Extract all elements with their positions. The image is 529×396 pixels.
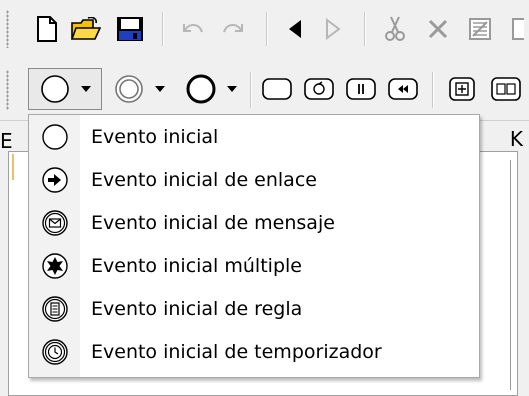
menu-item-label: Evento inicial [91,126,219,148]
save-icon [117,17,143,41]
delete-icon [428,19,448,39]
delete-button[interactable] [420,0,456,58]
redo-button[interactable] [214,0,252,58]
toolbar-separator [364,12,365,46]
back-button[interactable] [278,0,312,58]
parallel-task-icon [346,78,376,100]
toolbar-grip[interactable] [6,10,9,48]
pane-title: E [0,129,13,153]
save-button[interactable] [110,0,150,58]
compensation-task-icon [388,78,418,100]
chevron-down-icon [81,86,91,92]
toolbar-overflow-button[interactable] [508,0,528,58]
redo-icon [223,24,243,33]
toolbar-separator [162,12,163,46]
toolbar-separator [250,72,251,108]
menu-item-start-event[interactable]: Evento inicial [29,117,479,157]
new-document-icon [37,16,57,42]
toolbar-grip[interactable] [6,70,9,110]
multiple-event-icon [41,253,68,279]
subprocess-icon [449,77,475,101]
adhoc-subprocess-button[interactable] [484,58,528,120]
compensation-task-button[interactable] [382,58,424,120]
pane-marker [12,154,14,180]
export-icon [469,18,491,40]
chevron-down-icon [227,86,237,92]
menu-item-label: Evento inicial múltiple [91,255,302,277]
open-folder-icon [71,17,101,40]
rule-event-icon [41,296,68,322]
cut-button[interactable] [378,0,412,58]
menu-item-label: Evento inicial de enlace [91,169,317,191]
standard-toolbar [0,0,529,59]
back-icon [289,20,301,38]
menu-item-label: Evento inicial de mensaje [91,212,335,234]
menu-item-link-start-event[interactable]: Evento inicial de enlace [29,160,479,200]
start-event-menu: Evento inicial Evento inicial de enlace … [28,114,480,378]
forward-button[interactable] [316,0,350,58]
menu-item-label: Evento inicial de temporizador [91,341,382,363]
chevron-down-icon [155,86,165,92]
cut-icon [385,16,405,41]
page-icon [512,18,524,40]
pane-scroll-line [510,160,511,390]
task-button[interactable] [256,58,298,120]
menu-item-timer-start-event[interactable]: Evento inicial de temporizador [29,332,479,372]
loop-task-icon [304,78,334,100]
new-document-button[interactable] [30,0,64,58]
subprocess-button[interactable] [442,58,482,120]
timer-event-icon [41,339,68,365]
start-event-icon [41,124,68,150]
end-event-icon [186,74,216,104]
forward-icon [326,18,341,40]
message-event-icon [41,210,68,236]
toolbar-separator [432,72,433,108]
menu-item-rule-start-event[interactable]: Evento inicial de regla [29,289,479,329]
start-event-icon [41,75,69,103]
end-event-dropdown-button[interactable] [176,58,246,120]
undo-button[interactable] [174,0,212,58]
bpmn-toolbar [0,58,529,121]
intermediate-event-dropdown-button[interactable] [104,58,174,120]
link-event-icon [41,167,68,193]
menu-item-message-start-event[interactable]: Evento inicial de mensaje [29,203,479,243]
pane-close-button[interactable]: K [510,127,523,151]
menu-item-multiple-start-event[interactable]: Evento inicial múltiple [29,246,479,286]
menu-item-label: Evento inicial de regla [91,298,303,320]
loop-task-button[interactable] [298,58,340,120]
parallel-task-button[interactable] [340,58,382,120]
open-button[interactable] [66,0,106,58]
adhoc-subprocess-icon [491,77,521,101]
task-icon [262,78,292,100]
intermediate-event-icon [115,75,143,103]
undo-icon [183,24,203,33]
start-event-dropdown-button[interactable] [28,68,102,110]
toolbar-separator [266,12,267,46]
export-button[interactable] [462,0,498,58]
